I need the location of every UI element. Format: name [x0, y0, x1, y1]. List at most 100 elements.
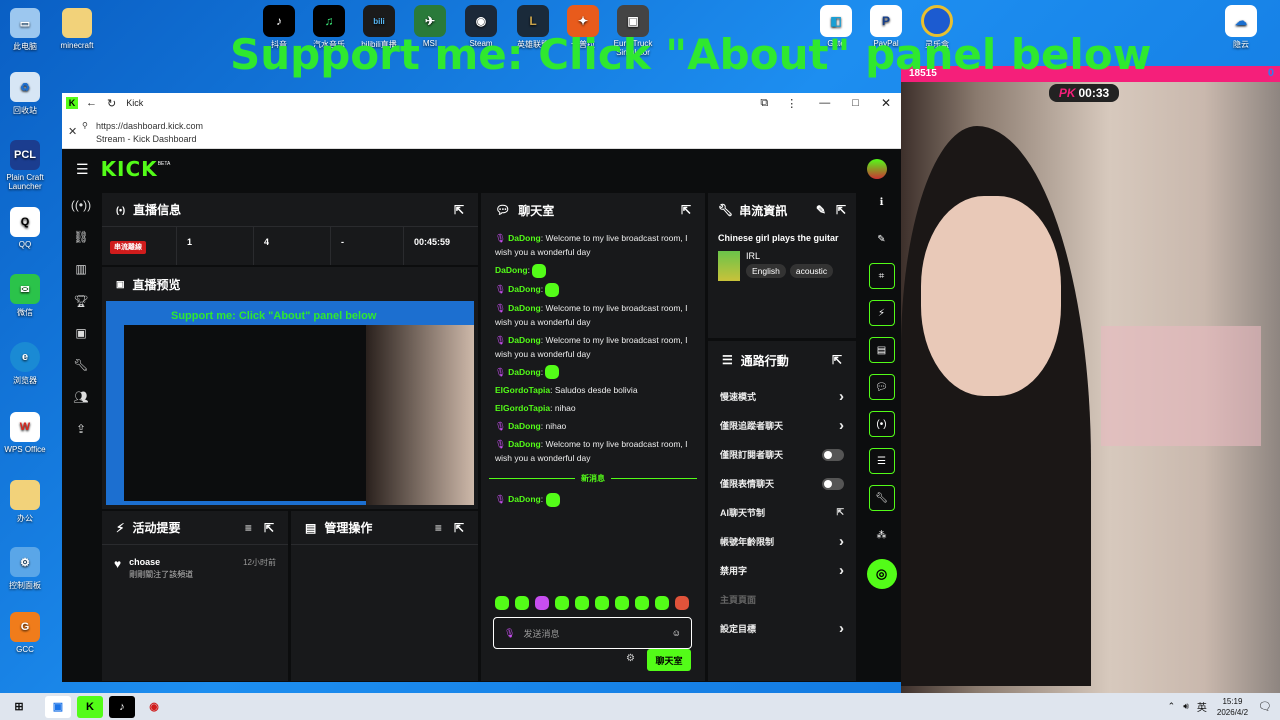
emote-icon[interactable]: [615, 596, 629, 610]
start-icon[interactable]: ⊞: [6, 696, 32, 718]
filter-icon[interactable]: ≡: [245, 521, 252, 535]
upload-icon[interactable]: ⇪: [62, 413, 100, 445]
desktop-icon-wechat[interactable]: ✉ 微信: [0, 274, 50, 318]
desktop-icon-qq[interactable]: Q QQ: [0, 207, 50, 249]
site-info-icon[interactable]: ⚲: [82, 121, 88, 130]
extensions-icon[interactable]: ⧉: [760, 97, 768, 110]
network-icon[interactable]: ⁂: [869, 522, 895, 548]
toggle-switch[interactable]: [822, 448, 844, 461]
popout-icon[interactable]: ⇱: [681, 203, 691, 217]
notification-icon[interactable]: 🗨︎: [1258, 700, 1272, 713]
quick-action-item[interactable]: 帳號年齡限制 ›: [708, 527, 856, 556]
emote-icon[interactable]: [635, 596, 649, 610]
desktop-icon-wps[interactable]: W WPS Office: [0, 412, 50, 454]
edit-icon[interactable]: ✎: [869, 226, 895, 252]
emote-icon[interactable]: [515, 596, 529, 610]
desktop-icon-recycle-bin[interactable]: ♻ 回收站: [0, 72, 50, 116]
media-icon[interactable]: ▣: [62, 317, 100, 349]
folder-icon: [62, 8, 92, 38]
edit-icon[interactable]: ✎: [816, 203, 826, 217]
chat-username[interactable]: DaDong: [508, 367, 541, 377]
chevron-up-icon[interactable]: ⌃: [1168, 701, 1176, 712]
volume-icon[interactable]: 🔊︎: [1183, 701, 1189, 712]
chat-username[interactable]: DaDong: [508, 284, 541, 294]
close-tab-icon[interactable]: ✕: [68, 125, 77, 138]
minimize-icon[interactable]: —: [819, 97, 830, 109]
quick-action-item[interactable]: 僅限訂閱者聊天: [708, 440, 856, 469]
chat-username[interactable]: DaDong: [508, 421, 541, 431]
wrench-icon[interactable]: 🔧︎: [868, 485, 895, 511]
reload-icon[interactable]: ↻: [107, 97, 116, 110]
broadcast-icon[interactable]: (•): [868, 411, 895, 437]
broadcast-icon[interactable]: ((•)): [62, 189, 100, 221]
quick-action-item[interactable]: AI聊天节制 ⇱: [708, 498, 856, 527]
emote-icon[interactable]: [595, 596, 609, 610]
explorer-icon[interactable]: ▣: [45, 695, 71, 718]
chat-input[interactable]: 🎙︎ 发送消息 ☺: [493, 617, 692, 649]
tag-chip[interactable]: acoustic: [789, 264, 834, 278]
chat-username[interactable]: DaDong: [495, 265, 528, 275]
help-icon[interactable]: ◎: [866, 559, 897, 589]
emote-icon[interactable]: [535, 596, 549, 610]
desktop-icon-yinyun[interactable]: ☁ 隐云: [1218, 5, 1264, 50]
chat-username[interactable]: DaDong: [508, 439, 541, 449]
maximize-icon[interactable]: □: [852, 97, 859, 109]
wrench-icon[interactable]: 🔧︎: [62, 349, 100, 381]
chat-username[interactable]: ElGordoTapia: [495, 403, 550, 413]
quick-action-item[interactable]: 設定目標 ›: [708, 614, 856, 643]
popout-icon[interactable]: ⇱: [836, 203, 846, 217]
tag-chip[interactable]: English: [746, 264, 786, 278]
chat-username[interactable]: DaDong: [508, 233, 541, 243]
desktop-icon-browser[interactable]: e 浏览器: [0, 342, 50, 386]
trophy-icon[interactable]: 🏆︎: [62, 285, 100, 317]
users-icon[interactable]: 👥︎: [62, 381, 100, 413]
popout-icon[interactable]: ⇱: [454, 203, 464, 217]
desktop-icon-this-pc[interactable]: ▭ 此电脑: [0, 8, 50, 52]
desktop-icon-minecraft[interactable]: minecraft: [52, 8, 102, 50]
desktop-icon-gcc[interactable]: G GCC: [0, 612, 50, 654]
popout-icon[interactable]: ⇱: [832, 353, 842, 367]
popout-icon[interactable]: ⇱: [454, 521, 464, 535]
url-text[interactable]: https://dashboard.kick.com: [96, 121, 203, 131]
scan-icon[interactable]: ⌗: [868, 263, 895, 289]
info-icon[interactable]: ℹ: [869, 189, 895, 215]
desktop-icon-control-panel[interactable]: ⚙ 控制面板: [0, 547, 50, 591]
popout-icon[interactable]: ⇱: [264, 521, 274, 535]
chat-username[interactable]: ElGordoTapia: [495, 385, 550, 395]
chat-username[interactable]: DaDong: [508, 303, 541, 313]
quick-action-item[interactable]: 禁用字 ›: [708, 556, 856, 585]
toggle-switch[interactable]: [822, 477, 844, 490]
quick-action-item[interactable]: 僅限表情聊天: [708, 469, 856, 498]
document-icon[interactable]: ▤: [868, 337, 895, 363]
send-chat-button[interactable]: 聊天室: [647, 649, 691, 671]
clock[interactable]: 15:19 2026/4/2: [1217, 696, 1248, 718]
tiktok-icon[interactable]: ♪: [109, 695, 135, 718]
back-icon[interactable]: ←: [86, 97, 97, 109]
emoji-icon[interactable]: ☺: [672, 628, 681, 638]
hamburger-icon[interactable]: ☰: [76, 161, 89, 178]
quick-action-item[interactable]: 僅限追蹤者聊天 ›: [708, 411, 856, 440]
emote-icon[interactable]: [495, 596, 509, 610]
ime-indicator[interactable]: 英: [1197, 699, 1207, 714]
filter-icon[interactable]: ≡: [435, 521, 442, 535]
bolt-icon[interactable]: ⚡︎: [868, 300, 895, 326]
kick-icon[interactable]: K: [77, 695, 103, 718]
emote-icon[interactable]: [655, 596, 669, 610]
obs-icon[interactable]: ◉: [141, 696, 167, 718]
chat-icon[interactable]: 💬︎: [868, 374, 895, 400]
stack-icon[interactable]: ☰: [868, 448, 895, 474]
desktop-icon-pcl[interactable]: PCL Plain Craft Launcher: [0, 140, 50, 191]
avatar[interactable]: [867, 159, 887, 179]
kick-logo[interactable]: KICK: [101, 157, 158, 181]
emote-icon[interactable]: [675, 596, 689, 610]
chat-username[interactable]: DaDong: [508, 335, 541, 345]
quick-action-item[interactable]: 慢速模式 ›: [708, 382, 856, 411]
gear-icon[interactable]: ⚙: [626, 653, 635, 664]
emote-icon[interactable]: [575, 596, 589, 610]
chart-icon[interactable]: ▥: [62, 253, 100, 285]
menu-icon[interactable]: ⋮: [786, 97, 797, 110]
close-icon[interactable]: ✕: [881, 96, 891, 110]
desktop-icon-office-folder[interactable]: 办公: [0, 480, 50, 524]
emote-icon[interactable]: [555, 596, 569, 610]
link-icon[interactable]: ⛓: [62, 221, 100, 253]
